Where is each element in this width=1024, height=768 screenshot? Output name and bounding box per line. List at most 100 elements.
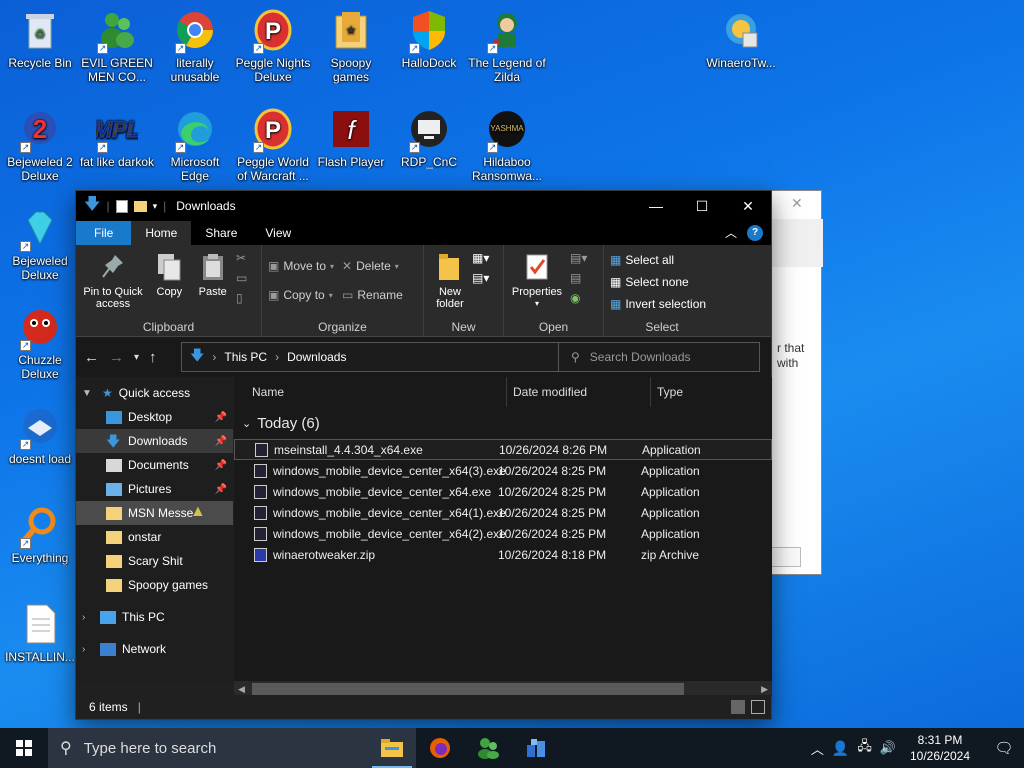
desktop-icon-doesnt-load[interactable]: ↗ doesnt load — [0, 404, 80, 466]
cut-icon[interactable]: ✂ — [236, 251, 247, 265]
start-button[interactable] — [0, 728, 48, 768]
file-row[interactable]: windows_mobile_device_center_x64(1).exe … — [234, 502, 772, 523]
chevron-right-icon[interactable]: › — [82, 612, 96, 623]
select-all-button[interactable]: ▦ Select all — [610, 249, 714, 271]
desktop-icon-literally-unusable[interactable]: ↗ literally unusable — [155, 8, 235, 84]
search-box[interactable]: ⚲ Search Downloads — [558, 342, 760, 372]
delete-button[interactable]: ✕ Delete ▾ — [342, 255, 403, 277]
nav-quick-access[interactable]: ▼ ★ Quick access — [76, 381, 233, 405]
up-arrow-icon[interactable]: ↑ — [149, 349, 157, 366]
large-icons-view-icon[interactable] — [751, 700, 765, 714]
maximize-button[interactable]: ☐ — [679, 191, 725, 221]
easy-access-icon[interactable]: ▤▾ — [472, 271, 489, 285]
invert-selection-button[interactable]: ▦ Invert selection — [610, 293, 714, 315]
desktop-icon-rdp-cnc[interactable]: ↗ RDP_CnC — [389, 107, 469, 169]
file-row[interactable]: windows_mobile_device_center_x64(3).exe … — [234, 460, 772, 481]
column-header-date[interactable]: Date modified — [507, 377, 651, 407]
pin-icon[interactable]: 📌 — [215, 412, 227, 423]
pin-icon[interactable]: 📌 — [215, 436, 227, 447]
desktop-icon-bejeweled-deluxe[interactable]: ↗ Bejeweled Deluxe — [0, 206, 80, 282]
breadcrumb-this-pc[interactable]: This PC — [224, 350, 267, 364]
nav-item-onstar[interactable]: onstar — [76, 525, 233, 549]
nav-network[interactable]: › Network — [76, 637, 233, 661]
edit-icon[interactable]: ▤ — [570, 271, 587, 285]
nav-item-pictures[interactable]: Pictures 📌 — [76, 477, 233, 501]
chevron-down-icon[interactable]: ▼ — [82, 388, 96, 399]
forward-arrow-icon[interactable]: → — [109, 349, 124, 366]
minimize-button[interactable]: — — [633, 191, 679, 221]
file-row[interactable]: winaerotweaker.zip 10/26/2024 8:18 PM zi… — [234, 544, 772, 565]
new-folder-button[interactable]: New folder — [430, 251, 470, 310]
pin-to-quick-access-button[interactable]: Pin to Quick access — [82, 251, 144, 310]
scrollbar-thumb[interactable] — [252, 683, 684, 695]
nav-this-pc[interactable]: › This PC — [76, 605, 233, 629]
nav-item-documents[interactable]: Documents 📌 — [76, 453, 233, 477]
tab-share[interactable]: Share — [191, 221, 251, 245]
select-none-button[interactable]: ▦ Select none — [610, 271, 714, 293]
taskbar-search-box[interactable]: ⚲ Type here to search — [48, 728, 368, 768]
desktop-icon-fat-like-darkok[interactable]: MPL ↗ fat like darkok — [77, 107, 157, 169]
network-icon[interactable]: 🖧 — [857, 737, 872, 759]
desktop-icon-evil-green-men[interactable]: ↗ EVIL GREEN MEN CO... — [77, 8, 157, 84]
recent-locations-icon[interactable]: ▾ — [134, 352, 139, 363]
breadcrumb-downloads[interactable]: Downloads — [287, 350, 346, 364]
tab-home[interactable]: Home — [131, 221, 192, 245]
column-header-type[interactable]: Type — [651, 377, 771, 407]
back-arrow-icon[interactable]: ← — [84, 349, 99, 366]
desktop-icon-bejeweled-2[interactable]: 2 ↗ Bejeweled 2 Deluxe — [0, 107, 80, 183]
copy-to-button[interactable]: ▣ Copy to ▾ — [268, 284, 334, 306]
column-header-name[interactable]: Name — [234, 377, 507, 407]
file-row[interactable]: mseinstall_4.4.304_x64.exe 10/26/2024 8:… — [234, 439, 772, 460]
show-hidden-icons-icon[interactable]: ︿ — [811, 739, 824, 758]
nav-item-msn-messenger[interactable]: MSN Messe ▲ — [76, 501, 233, 525]
desktop-icon-flash-player[interactable]: f Flash Player — [311, 107, 391, 169]
pin-icon[interactable]: 📌 — [215, 460, 227, 471]
new-item-icon[interactable]: ▦▾ — [472, 251, 489, 265]
desktop-icon-peggle-world-of-warcraft[interactable]: P ↗ Peggle World of Warcraft ... — [233, 107, 313, 183]
taskbar-file-explorer[interactable] — [368, 728, 416, 768]
desktop-icon-winaerotweaker[interactable]: WinaeroTw... — [701, 8, 781, 70]
title-bar[interactable]: 🡇 | ▾ | Downloads — ☐ ✕ — [76, 191, 771, 221]
messenger-tray-icon[interactable]: 👤 — [832, 740, 849, 757]
taskbar-messenger[interactable] — [464, 728, 512, 768]
paste-shortcut-icon[interactable]: ▯ — [236, 291, 247, 305]
rename-button[interactable]: ▭ Rename — [342, 284, 403, 306]
new-folder-icon[interactable] — [133, 200, 147, 212]
clock[interactable]: 8:31 PM 10/26/2024 — [904, 732, 976, 764]
properties-checkbox-icon[interactable] — [115, 199, 128, 213]
desktop-icon-hildaboo-ransomware[interactable]: YASHMA ↗ Hildaboo Ransomwa... — [467, 107, 547, 183]
taskbar-firefox[interactable] — [416, 728, 464, 768]
copy-path-icon[interactable]: ▭ — [236, 271, 247, 285]
open-icon[interactable]: ▤▾ — [570, 251, 587, 265]
details-view-icon[interactable] — [731, 700, 745, 714]
nav-item-spoopy-games[interactable]: Spoopy games — [76, 573, 233, 597]
desktop-icon-recycle-bin[interactable]: ♻ Recycle Bin — [0, 8, 80, 70]
nav-item-desktop[interactable]: Desktop 📌 — [76, 405, 233, 429]
paste-button[interactable]: Paste — [195, 251, 231, 298]
taskbar-search-input[interactable]: Type here to search — [84, 740, 217, 757]
chevron-right-icon[interactable]: › — [82, 644, 96, 655]
group-header-today[interactable]: ⌄ Today (6) — [234, 407, 772, 439]
taskbar-app[interactable] — [512, 728, 560, 768]
file-row[interactable]: windows_mobile_device_center_x64(2).exe … — [234, 523, 772, 544]
file-explorer-window[interactable]: 🡇 | ▾ | Downloads — ☐ ✕ File Home Share … — [75, 190, 772, 720]
scroll-left-icon[interactable]: ◀ — [238, 684, 245, 695]
notifications-icon[interactable]: 🗨 — [984, 739, 1024, 757]
collapse-ribbon-icon[interactable]: ︿ — [725, 221, 737, 245]
search-input[interactable]: Search Downloads — [590, 350, 691, 364]
history-icon[interactable]: ◉ — [570, 291, 587, 305]
tab-file[interactable]: File — [76, 221, 132, 245]
nav-item-downloads[interactable]: 🡇 Downloads 📌 — [76, 429, 233, 453]
chevron-down-icon[interactable]: ⌄ — [242, 417, 251, 430]
close-button[interactable]: ✕ — [725, 191, 771, 221]
tab-view[interactable]: View — [251, 221, 305, 245]
desktop-icon-hallodock[interactable]: ↗ HalloDock — [389, 8, 469, 70]
desktop-icon-spoopy-games[interactable]: ★ Spoopy games — [311, 8, 391, 84]
customize-dropdown-icon[interactable]: ▾ — [153, 201, 158, 212]
desktop-icon-installing[interactable]: INSTALLIN... — [0, 602, 80, 664]
help-icon[interactable]: ? — [747, 225, 763, 241]
copy-button[interactable]: Copy — [151, 251, 187, 298]
move-to-button[interactable]: ▣ Move to ▾ — [268, 255, 334, 277]
desktop-icon-peggle-nights[interactable]: P ↗ Peggle Nights Deluxe — [233, 8, 313, 84]
desktop-icon-legend-of-zilda[interactable]: ↗ The Legend of Zilda — [467, 8, 547, 84]
